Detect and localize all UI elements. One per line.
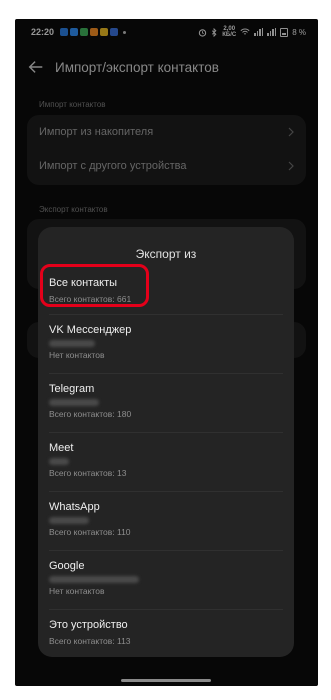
source-name: VK Мессенджер — [49, 324, 132, 336]
blurred-account-name — [49, 399, 99, 406]
blurred-account-name — [49, 576, 139, 583]
source-count: Всего контактов: 180 — [49, 409, 132, 419]
source-count: Нет контактов — [49, 586, 105, 596]
source-count: Нет контактов — [49, 350, 105, 360]
source-item-google[interactable]: Google Нет контактов — [49, 560, 283, 596]
highlight-frame — [40, 264, 149, 307]
source-item-this-device[interactable]: Это устройство Всего контактов: 113 — [49, 619, 283, 646]
source-name: Meet — [49, 442, 74, 454]
export-from-sheet: Экспорт из Все контакты Всего контактов:… — [38, 227, 294, 657]
source-count: Всего контактов: 113 — [49, 636, 131, 646]
source-count: Всего контактов: 13 — [49, 468, 127, 478]
divider — [49, 373, 283, 374]
phone-screen: 22:20 2,00 КБ/С 8 % Импорт/экспорт контак… — [15, 19, 318, 686]
source-item-telegram[interactable]: Telegram Всего контактов: 180 — [49, 383, 283, 419]
divider — [49, 491, 283, 492]
source-count: Всего контактов: 110 — [49, 527, 131, 537]
divider — [49, 314, 283, 315]
blurred-account-name — [49, 517, 89, 524]
source-name: Это устройство — [49, 619, 128, 631]
divider — [49, 550, 283, 551]
divider — [49, 432, 283, 433]
source-item-vk-messenger[interactable]: VK Мессенджер Нет контактов — [49, 324, 283, 360]
source-name: Telegram — [49, 383, 95, 395]
source-item-meet[interactable]: Meet Всего контактов: 13 — [49, 442, 283, 478]
home-indicator[interactable] — [121, 679, 211, 682]
divider — [49, 609, 283, 610]
blurred-account-name — [49, 340, 95, 347]
blurred-account-name — [49, 458, 69, 465]
source-item-whatsapp[interactable]: WhatsApp Всего контактов: 110 — [49, 501, 283, 537]
source-name: Google — [49, 560, 85, 572]
source-name: WhatsApp — [49, 501, 100, 513]
